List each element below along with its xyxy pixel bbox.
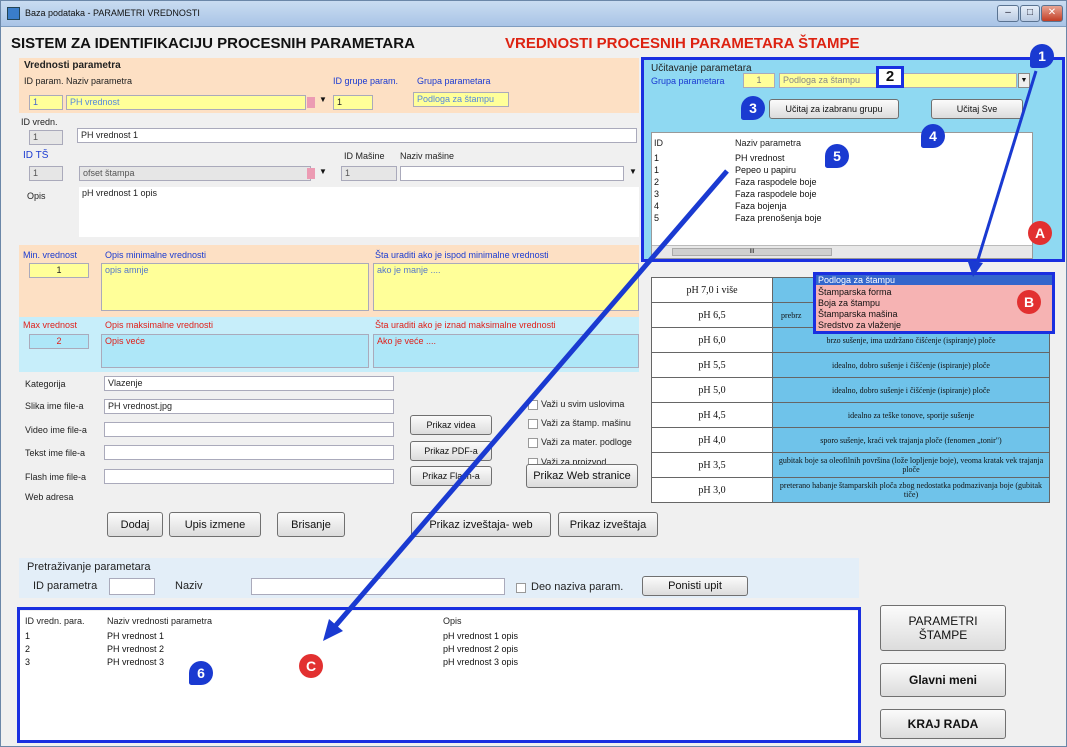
app-window: Baza podataka - PARAMETRI VREDNOSTI – □ … [0,0,1067,747]
marker-3: 3 [741,96,765,120]
marker-1: 1 [1030,44,1054,68]
marker-6: 6 [189,661,213,685]
marker-c: C [299,654,323,678]
marker-5: 5 [825,144,849,168]
annotation-arrows [323,70,1038,641]
marker-4: 4 [921,124,945,148]
marker-b: B [1017,290,1041,314]
marker-a: A [1028,221,1052,245]
